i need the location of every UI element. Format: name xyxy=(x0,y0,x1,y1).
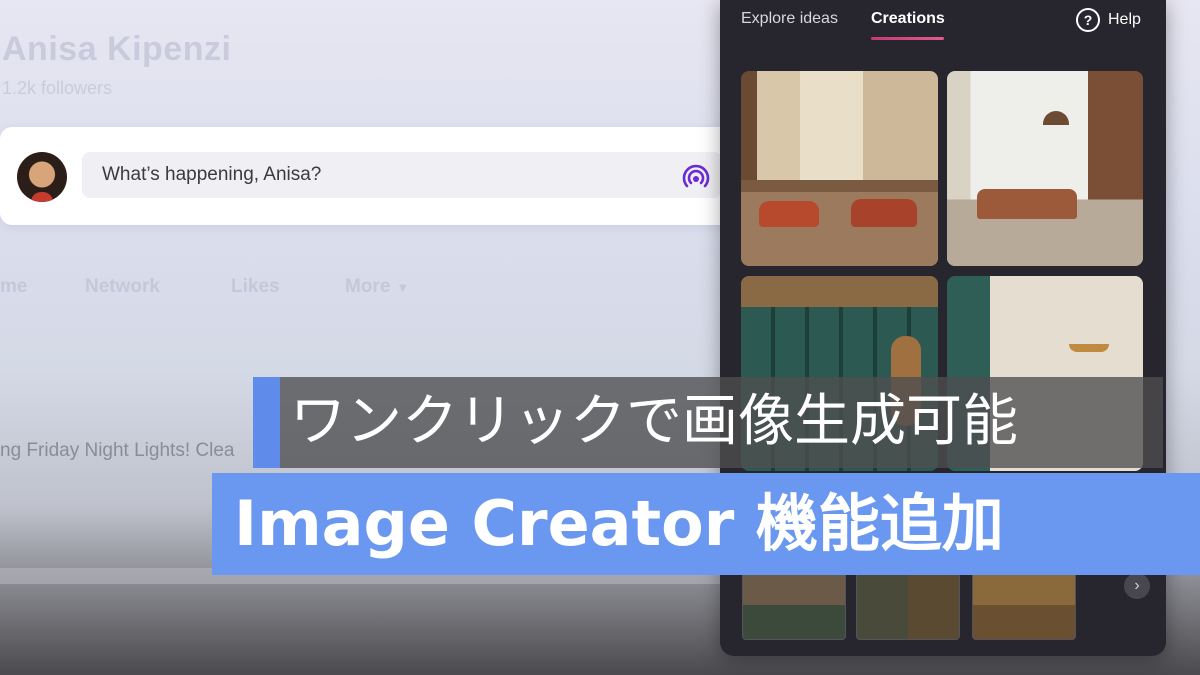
collection-thumbnail[interactable] xyxy=(856,570,960,640)
profile-name: Anisa Kipenzi xyxy=(2,30,232,68)
creation-thumbnail[interactable] xyxy=(741,71,938,266)
creation-thumbnail[interactable] xyxy=(947,71,1143,266)
chevron-down-icon: ▼ xyxy=(396,280,410,295)
tab-explore-ideas[interactable]: Explore ideas xyxy=(741,10,838,28)
living-room-image xyxy=(741,71,938,266)
help-icon: ? xyxy=(1076,8,1100,32)
broadcast-icon[interactable] xyxy=(682,163,710,191)
active-tab-indicator xyxy=(871,37,944,40)
nav-tab-more-label: More xyxy=(345,276,391,297)
chevron-right-icon[interactable]: › xyxy=(1124,573,1150,599)
profile-nav-tabs: me Network Likes More ▼ xyxy=(0,272,720,302)
help-button[interactable]: ? Help xyxy=(1076,8,1141,32)
compose-card: What’s happening, Anisa? xyxy=(0,127,740,225)
feed-post-text: ng Friday Night Lights! Clea xyxy=(0,440,235,461)
nav-tab-likes[interactable]: Likes xyxy=(231,276,280,298)
nav-tab-more[interactable]: More ▼ xyxy=(345,276,409,298)
tab-creations[interactable]: Creations xyxy=(871,10,945,28)
living-room-image xyxy=(947,71,1143,266)
nav-tab-network[interactable]: Network xyxy=(85,276,160,298)
avatar[interactable] xyxy=(17,152,67,202)
subtitle-banner-accent xyxy=(253,377,280,468)
help-label: Help xyxy=(1108,11,1141,28)
nav-tab-home[interactable]: me xyxy=(0,276,27,298)
collection-thumbnail[interactable] xyxy=(972,570,1076,640)
profile-followers[interactable]: 1.2k followers xyxy=(2,78,112,99)
banner-subtitle: ワンクリックで画像生成可能 xyxy=(290,389,1018,454)
compose-input[interactable]: What’s happening, Anisa? xyxy=(82,152,722,198)
collection-thumbnail[interactable] xyxy=(742,570,846,640)
compose-placeholder: What’s happening, Anisa? xyxy=(102,164,322,185)
banner-title: Image Creator 機能追加 xyxy=(234,487,1004,560)
